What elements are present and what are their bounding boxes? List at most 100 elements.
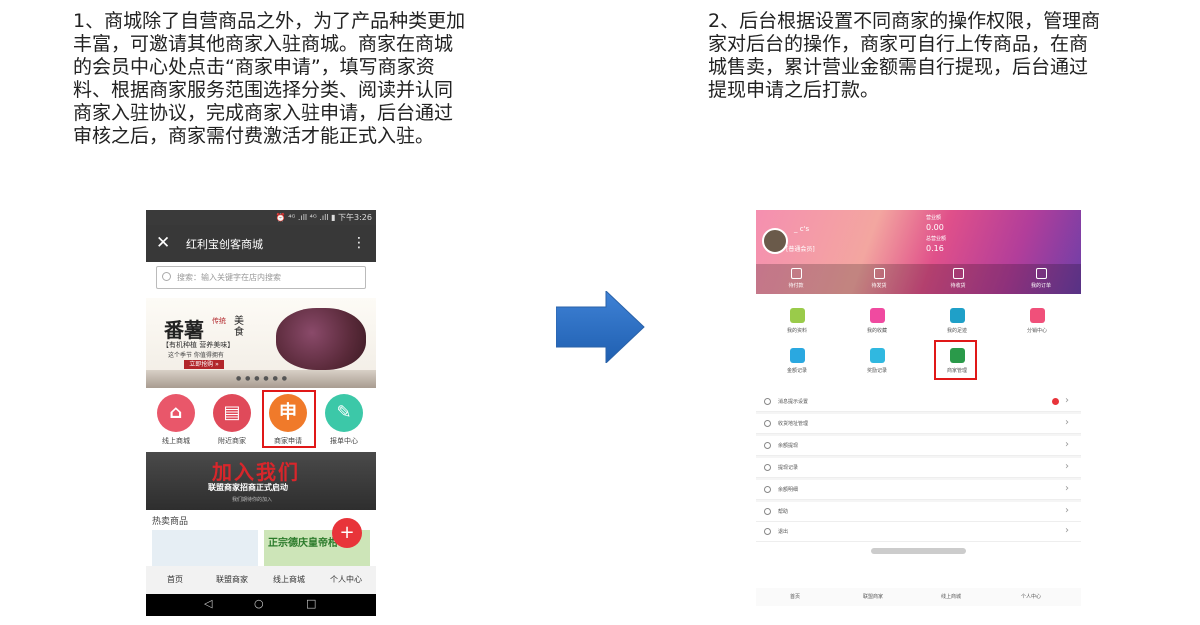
grid-amount-records[interactable]: 金额记录 [766,348,828,374]
entry-online-mall[interactable]: ⌂ 线上商城 [154,394,198,446]
tab-my-orders[interactable]: 我的订单 [1011,268,1071,289]
list-item[interactable]: 提现记录 › [756,458,1081,478]
sweet-potato-image [276,308,366,370]
hot-products-heading: 热卖商品 [152,517,189,527]
entry-label: 附近商家 [218,437,246,445]
tab-pending-shipment[interactable]: 待发货 [849,268,909,289]
stat-value: 0.16 [926,244,944,253]
list-item-label: 消息提示设置 [778,399,809,405]
grid-label: 金额记录 [786,368,807,374]
notification-badge [1052,398,1059,405]
grid-reward-records[interactable]: 奖励记录 [846,348,908,374]
tab-label: 待收货 [950,283,966,289]
grid-favorites[interactable]: 我的收藏 [846,308,908,334]
list-item-label: 帮助 [778,509,789,515]
grid-distribution[interactable]: 分销中心 [1006,308,1068,334]
phone-screenshot-mall: ⏰ ⁴ᴳ .ıll ⁴ᴳ .ıll ▮ 下午3:26 ✕ 红利宝创客商城 ⋮ 搜… [146,210,376,616]
nav-merchants[interactable]: 联盟商家 [838,593,908,600]
list-item-label: 退出 [778,529,789,535]
avatar[interactable] [762,228,788,254]
search-placeholder: 搜索：输入关键字在店内搜索 [177,273,281,282]
highlight-box [262,390,316,448]
entry-report-center[interactable]: ✎ 报单中心 [322,394,366,446]
list-item-label: 提现记录 [778,465,799,471]
tab-label: 我的订单 [1030,283,1051,289]
tab-label: 待付款 [788,283,804,289]
banner-subtitle-2: 这个季节 你值得拥有 [168,352,224,359]
mall-icon: ⌂ [157,394,195,432]
profile-icon [789,308,805,323]
promo-banner[interactable]: 番薯 传统 美 食 【有机种植 营养美味】 这个季节 你值得拥有 立即抢购 » … [146,298,376,388]
title-bar: ✕ 红利宝创客商城 ⋮ [146,225,376,262]
search-input[interactable]: 搜索：输入关键字在店内搜索 [156,266,366,289]
grid-label: 我的资料 [786,328,807,334]
carousel-dots[interactable]: ● ● ● ● ● ● [236,375,288,382]
description-1: 1、商城除了自营商品之外，为了产品种类更加 丰富，可邀请其他商家入驻商城。商家在… [73,10,466,147]
report-icon: ✎ [325,394,363,432]
highlight-box [934,340,977,380]
nav-profile[interactable]: 个人中心 [318,574,374,585]
list-item-label: 余额明细 [778,487,799,493]
store-icon: ▤ [213,394,251,432]
grid-label: 奖励记录 [866,368,887,374]
list-item[interactable]: 帮助 › [756,502,1081,522]
join-subtitle: 联盟商家招商正式启动 [208,483,288,492]
grid-label: 我的足迹 [946,328,967,334]
add-button[interactable]: + [332,518,362,548]
banner-buy-button[interactable]: 立即抢购 » [184,360,224,369]
list-item[interactable]: 余额明细 › [756,480,1081,500]
more-icon[interactable]: ⋮ [352,233,366,253]
search-icon [162,272,171,281]
chevron-right-icon: › [1065,505,1069,516]
list-item[interactable]: 退出 › [756,522,1081,542]
function-grid: 我的资料 我的收藏 我的足迹 分销中心 金额记录 奖励记录 商家管理 [756,298,1081,390]
banner-tag2: 美 食 [234,316,244,338]
list-item[interactable]: 余额提现 › [756,436,1081,456]
close-icon[interactable]: ✕ [156,233,170,253]
chevron-right-icon: › [1065,461,1069,472]
back-icon[interactable]: ◁ [204,597,212,610]
nav-online-mall[interactable]: 线上商城 [261,574,317,585]
product-card[interactable] [152,530,258,566]
record-icon [764,464,771,471]
home-icon[interactable]: ○ [254,597,264,610]
recent-apps-icon[interactable]: □ [306,597,316,610]
chevron-right-icon: › [1065,525,1069,536]
withdraw-icon [764,442,771,449]
list-item[interactable]: 收货地址管理 › [756,414,1081,434]
truck-icon [952,268,964,279]
entry-label: 报单中心 [330,437,358,445]
stat-value: 0.00 [926,223,944,232]
box-icon [873,268,885,279]
chevron-right-icon: › [1065,439,1069,450]
product-card-text: 正宗德庆皇帝柑 [268,538,338,549]
tab-pending-receipt[interactable]: 待收货 [928,268,988,289]
list-item[interactable]: 消息提示设置 › [756,392,1081,412]
stat-label: 总营业额 [926,236,947,242]
phone-screenshot-member-center: _ c's [普通会员] 营业额 0.00 总营业额 0.16 待付款 待发货 … [756,210,1081,606]
chevron-right-icon: › [1065,395,1069,406]
nav-online-mall[interactable]: 线上商城 [916,593,986,600]
join-us-banner[interactable]: 加入我们 联盟商家招商正式启动 我们期待你的加入 [146,452,376,510]
blurred-text-bar [871,548,966,554]
bottom-nav: 首页 联盟商家 线上商城 个人中心 [756,588,1081,606]
location-icon [764,420,771,427]
nav-merchants[interactable]: 联盟商家 [204,574,260,585]
logout-icon [764,528,771,535]
wallet-icon [790,268,802,279]
banner-tag: 传统 [212,317,226,325]
order-tabs: 待付款 待发货 待收货 我的订单 [756,264,1081,294]
page-title: 红利宝创客商城 [186,238,263,251]
nav-home[interactable]: 首页 [760,593,830,600]
tab-pending-payment[interactable]: 待付款 [766,268,826,289]
grid-my-profile[interactable]: 我的资料 [766,308,828,334]
help-icon [764,508,771,515]
grid-footprints[interactable]: 我的足迹 [926,308,988,334]
nav-home[interactable]: 首页 [147,574,203,585]
footprint-icon [949,308,965,323]
status-bar: ⏰ ⁴ᴳ .ıll ⁴ᴳ .ıll ▮ 下午3:26 [146,210,376,225]
nav-profile[interactable]: 个人中心 [996,593,1066,600]
user-name: _ c's [794,225,810,233]
distribution-icon [1029,308,1045,323]
entry-nearby-merchants[interactable]: ▤ 附近商家 [210,394,254,446]
